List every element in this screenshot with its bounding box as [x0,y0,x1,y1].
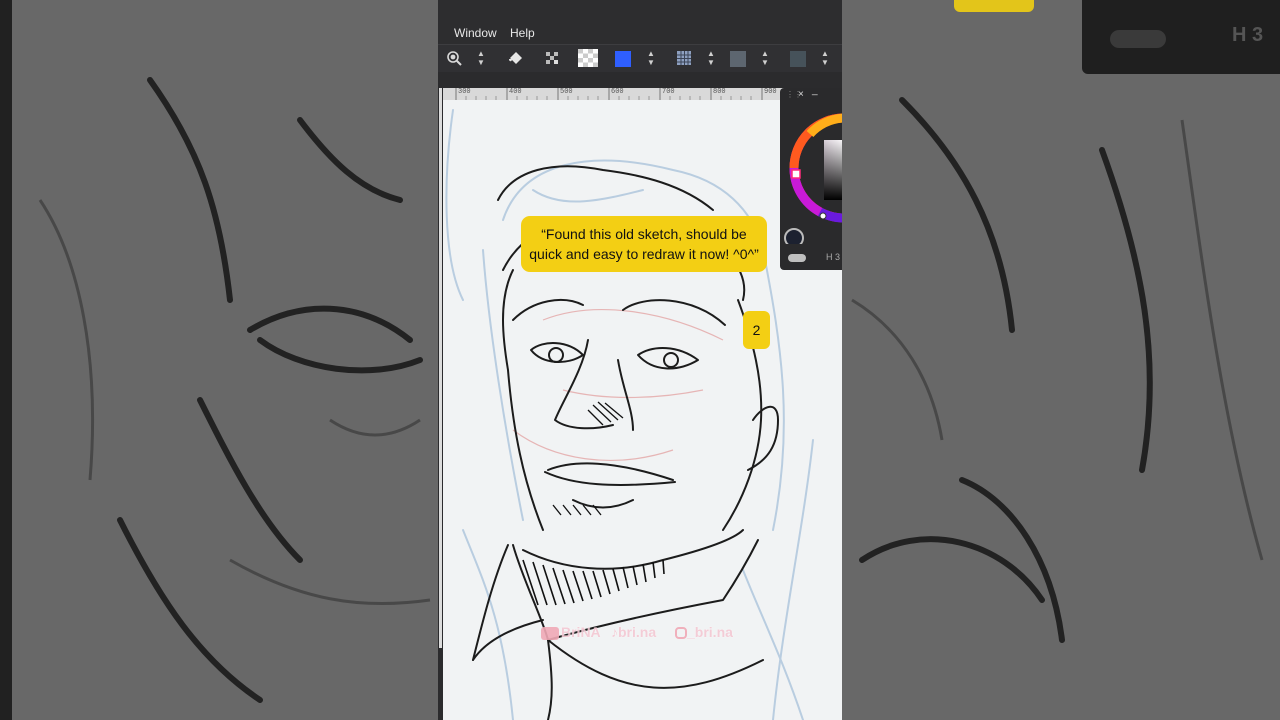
instagram-icon [675,627,687,640]
right-zoomed-color-panel: H 3 [1082,0,1280,74]
swatch-stepper[interactable]: ▲ ▼ [760,49,770,69]
color-stepper[interactable]: ▲ ▼ [646,49,656,69]
watermark-instagram: _bri.na [675,624,733,640]
left-background-zoom [0,0,438,720]
zoom-icon[interactable] [446,50,462,66]
watermark-youtube: BriNA [541,624,601,640]
ruler-tick-300: 300 [458,88,471,96]
watermark-tiktok: ♪bri.na [611,624,656,640]
caption-banner: “Found this old sketch, should be quick … [521,216,767,272]
vertical-scrollbar[interactable] [439,88,442,648]
painting-app-window: Window Help ▲ ▼ ▲ ▼ ▲ ▼ ▲ ▼ ▲ ▼ 300 400 … [438,0,842,720]
tertiary-stepper[interactable]: ▲ ▼ [820,49,830,69]
ruler-tick-500: 500 [560,88,573,96]
right-dim-overlay [842,0,1280,720]
youtube-icon [541,626,559,640]
watermark-tiktok-text: bri.na [618,624,657,640]
secondary-swatch[interactable] [730,51,746,67]
transparency-icon[interactable] [544,50,560,66]
fill-bucket-icon[interactable] [508,50,524,66]
minimize-icon[interactable]: _ [812,85,818,96]
menu-help[interactable]: Help [510,26,535,40]
right-zoomed-caption-edge [954,0,1034,12]
left-dim-overlay [0,0,438,720]
watermark-youtube-text: BriNA [561,624,601,640]
close-icon[interactable]: × [798,89,804,100]
brush-preview-icon[interactable] [788,254,806,262]
hue-label: H 3 [826,252,841,262]
step-number-badge: 2 [743,311,770,349]
tiktok-icon: ♪ [611,624,618,640]
right-brush-preview-icon [1110,30,1166,48]
toolbar-spacer [438,72,842,88]
zoom-stepper[interactable]: ▲ ▼ [476,49,486,69]
watermark-instagram-text: _bri.na [687,624,733,640]
ruler-tick-800: 800 [713,88,726,96]
tertiary-swatch[interactable] [790,51,806,67]
menu-bar: Window Help [438,0,842,44]
grid-stepper[interactable]: ▲ ▼ [706,49,716,69]
ruler-tick-600: 600 [611,88,624,96]
ruler-tick-400: 400 [509,88,522,96]
checker-icon[interactable] [578,49,598,67]
color-panel-header: ⋮⋮ × _ [780,85,842,104]
color-wheel[interactable] [780,104,842,244]
right-background-zoom: H 3 [842,0,1280,720]
ruler-tick-700: 700 [662,88,675,96]
menu-window[interactable]: Window [454,26,497,40]
toolbar: ▲ ▼ ▲ ▼ ▲ ▼ ▲ ▼ ▲ ▼ [438,44,842,73]
caption-text: “Found this old sketch, should be quick … [529,226,759,262]
color-wheel-panel: ⋮⋮ × _ H 3 [780,85,842,270]
ruler-tick-900: 900 [764,88,777,96]
right-hue-label: H 3 [1232,24,1264,46]
grid-icon[interactable] [676,50,692,66]
foreground-color-swatch[interactable] [615,51,631,67]
step-number: 2 [752,322,761,338]
